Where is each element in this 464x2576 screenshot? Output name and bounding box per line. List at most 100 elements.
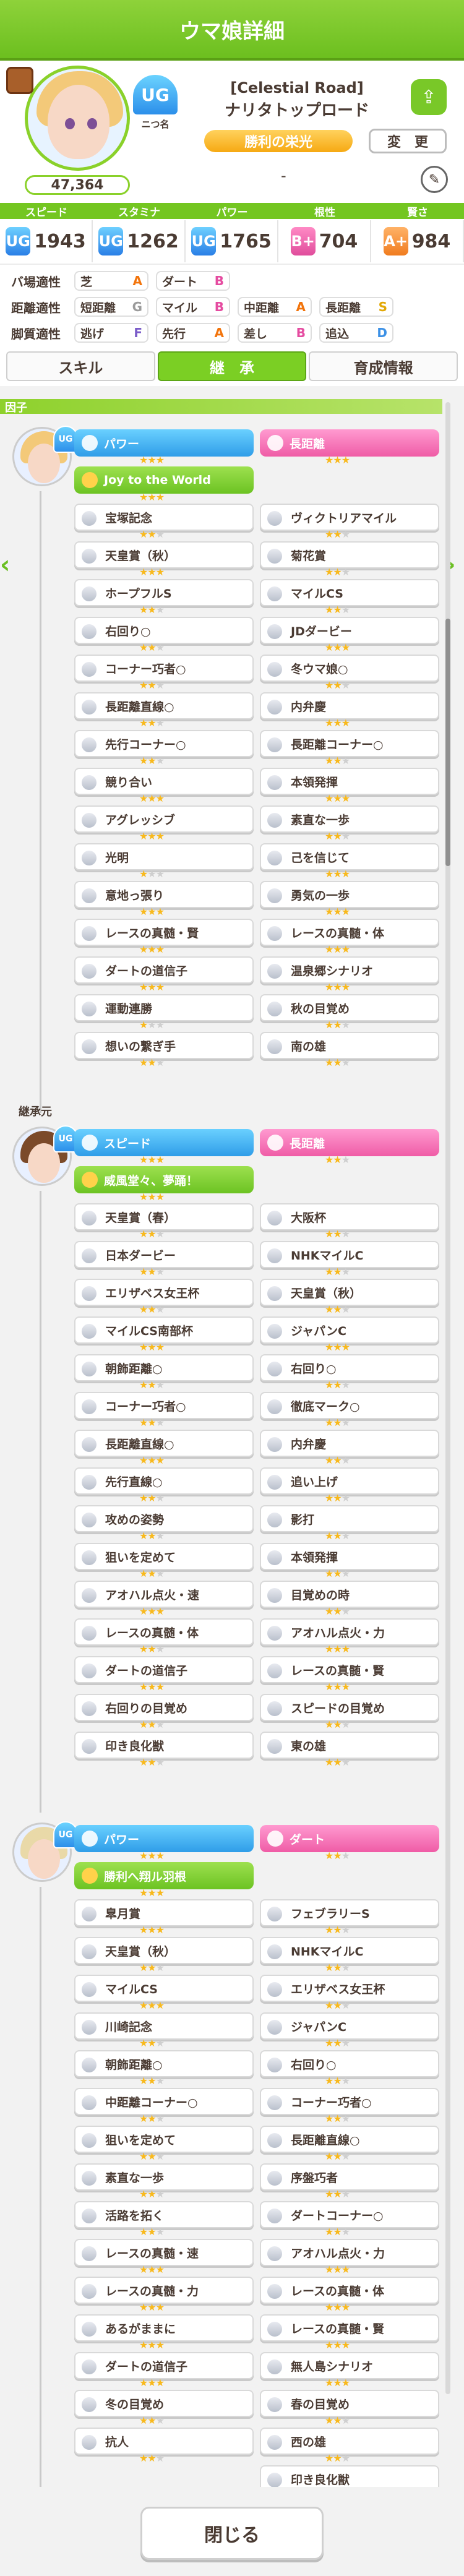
skill-factor[interactable]: 本領発揮: [260, 1543, 439, 1570]
skill-factor[interactable]: ダートの道信子: [74, 956, 254, 984]
skill-factor[interactable]: 右回り○: [74, 617, 254, 644]
skill-factor[interactable]: ダートコーナー○: [260, 2201, 439, 2228]
skill-factor[interactable]: 内弁慶: [260, 692, 439, 719]
skill-factor[interactable]: 想いの繋ぎ手: [74, 1032, 254, 1059]
scrollbar-thumb[interactable]: [445, 619, 450, 866]
skill-factor[interactable]: ダートの道信子: [74, 2352, 254, 2379]
tab-inheritance[interactable]: 継 承: [157, 351, 307, 381]
skill-factor[interactable]: 天皇賞（春）: [74, 1203, 254, 1230]
skill-factor[interactable]: 長距離コーナー○: [260, 730, 439, 757]
skill-factor[interactable]: 冬の目覚め: [74, 2390, 254, 2417]
skill-factor[interactable]: あるがままに: [74, 2314, 254, 2342]
skill-factor[interactable]: 素直な一歩: [260, 805, 439, 833]
self_factors-character-icon[interactable]: UG: [10, 424, 78, 490]
skill-factor[interactable]: 春の目覚め: [260, 2390, 439, 2417]
skill-factor[interactable]: レースの真髄・力: [74, 2277, 254, 2304]
skill-factor[interactable]: 冬ウマ娘○: [260, 655, 439, 682]
skill-factor[interactable]: 長距離直線○: [74, 1430, 254, 1457]
skill-factor[interactable]: 長距離直線○: [260, 2126, 439, 2153]
skill-factor[interactable]: 日本ダービー: [74, 1241, 254, 1268]
edit-icon[interactable]: ✎: [421, 166, 448, 193]
parent1-character-icon[interactable]: UG: [10, 1124, 78, 1190]
parent1-pink-factor[interactable]: 長距離: [260, 1129, 439, 1156]
skill-factor[interactable]: ヴィクトリアマイル: [260, 504, 439, 531]
self_factors-pink-factor[interactable]: 長距離: [260, 429, 439, 457]
skill-factor[interactable]: 序盤巧者: [260, 2163, 439, 2191]
skill-factor[interactable]: エリザベス女王杯: [260, 1975, 439, 2002]
skill-factor[interactable]: 攻めの姿勢: [74, 1505, 254, 1532]
skill-factor[interactable]: ジャパンC: [260, 2012, 439, 2040]
skill-factor[interactable]: アオハル点火・力: [260, 2239, 439, 2266]
skill-factor[interactable]: 無人島シナリオ: [260, 2352, 439, 2379]
skill-factor[interactable]: レースの真髄・賢: [74, 919, 254, 946]
parent2-blue-factor[interactable]: パワー: [74, 1825, 254, 1852]
skill-factor[interactable]: 先行コーナー○: [74, 730, 254, 757]
skill-factor[interactable]: 勇気の一歩: [260, 881, 439, 908]
skill-factor[interactable]: エリザベス女王杯: [74, 1279, 254, 1306]
skill-factor[interactable]: アオハル点火・力: [260, 1618, 439, 1646]
skill-factor[interactable]: 本領発揮: [260, 768, 439, 795]
skill-factor[interactable]: 右回りの目覚め: [74, 1694, 254, 1721]
skill-factor[interactable]: 光明: [74, 843, 254, 870]
skill-factor[interactable]: 先行直線○: [74, 1467, 254, 1495]
skill-factor[interactable]: マイルCS: [260, 579, 439, 606]
skill-factor[interactable]: 天皇賞（秋）: [74, 1937, 254, 1964]
skill-factor[interactable]: 天皇賞（秋）: [260, 1279, 439, 1306]
skill-factor[interactable]: NHKマイルC: [260, 1241, 439, 1268]
skill-factor[interactable]: 右回り○: [260, 1354, 439, 1381]
skill-factor[interactable]: 朝飾距離○: [74, 1354, 254, 1381]
change-epithet-button[interactable]: 変 更: [369, 129, 447, 153]
chevron-left-icon[interactable]: ‹: [0, 551, 19, 582]
skill-factor[interactable]: 西の雄: [260, 2428, 439, 2455]
skill-factor[interactable]: ジャパンC: [260, 1316, 439, 1344]
skill-factor[interactable]: 徹底マーク○: [260, 1392, 439, 1419]
skill-factor[interactable]: 内弁慶: [260, 1430, 439, 1457]
skill-factor[interactable]: 大阪杯: [260, 1203, 439, 1230]
skill-factor[interactable]: レースの真髄・体: [260, 2277, 439, 2304]
skill-factor[interactable]: ホープフルS: [74, 579, 254, 606]
skill-factor[interactable]: レースの真髄・体: [74, 1618, 254, 1646]
parent2-unique-factor[interactable]: 勝利へ翔ル羽根: [74, 1862, 254, 1889]
skill-factor[interactable]: レースの真髄・速: [74, 2239, 254, 2266]
skill-factor[interactable]: 中距離コーナー○: [74, 2088, 254, 2115]
skill-factor[interactable]: レースの真髄・体: [260, 919, 439, 946]
parent2-character-icon[interactable]: UG: [10, 1820, 78, 1886]
skill-factor[interactable]: 宝塚記念: [74, 504, 254, 531]
parent1-blue-factor[interactable]: スピード: [74, 1129, 254, 1156]
skill-factor[interactable]: NHKマイルC: [260, 1937, 439, 1964]
skill-factor[interactable]: マイルCS: [74, 1975, 254, 2002]
skill-factor[interactable]: 狙いを定めて: [74, 1543, 254, 1570]
skill-factor[interactable]: 秋の目覚め: [260, 994, 439, 1021]
skill-factor[interactable]: 右回り○: [260, 2050, 439, 2077]
skill-factor[interactable]: JDダービー: [260, 617, 439, 644]
skill-factor[interactable]: コーナー巧者○: [260, 2088, 439, 2115]
skill-factor[interactable]: 朝飾距離○: [74, 2050, 254, 2077]
skill-factor[interactable]: 意地っ張り: [74, 881, 254, 908]
skill-factor[interactable]: アオハル点火・速: [74, 1581, 254, 1608]
parent2-pink-factor[interactable]: ダート: [260, 1825, 439, 1852]
skill-factor[interactable]: 目覚めの時: [260, 1581, 439, 1608]
skill-factor[interactable]: 菊花賞: [260, 541, 439, 569]
skill-factor[interactable]: 印き良化獣: [74, 1732, 254, 1759]
skill-factor[interactable]: 追い上げ: [260, 1467, 439, 1495]
tab-skills[interactable]: スキル: [6, 351, 155, 381]
skill-factor[interactable]: レースの真髄・賢: [260, 1656, 439, 1683]
skill-factor[interactable]: コーナー巧者○: [74, 1392, 254, 1419]
skill-factor[interactable]: 東の雄: [260, 1732, 439, 1759]
skill-factor[interactable]: 影打: [260, 1505, 439, 1532]
skill-factor[interactable]: コーナー巧者○: [74, 655, 254, 682]
skill-factor[interactable]: 活路を拓く: [74, 2201, 254, 2228]
skill-factor[interactable]: スピードの目覚め: [260, 1694, 439, 1721]
skill-factor[interactable]: 運動連勝: [74, 994, 254, 1021]
skill-factor[interactable]: レースの真髄・賢: [260, 2314, 439, 2342]
skill-factor[interactable]: 温泉郷シナリオ: [260, 956, 439, 984]
skill-factor[interactable]: 長距離直線○: [74, 692, 254, 719]
share-icon[interactable]: ⇪: [411, 79, 447, 115]
skill-factor[interactable]: 狙いを定めて: [74, 2126, 254, 2153]
skill-factor[interactable]: 皐月賞: [74, 1899, 254, 1926]
skill-factor[interactable]: 南の雄: [260, 1032, 439, 1059]
self_factors-unique-factor[interactable]: Joy to the World: [74, 466, 254, 494]
skill-factor[interactable]: 抗人: [74, 2428, 254, 2455]
skill-factor[interactable]: ダートの道信子: [74, 1656, 254, 1683]
self_factors-blue-factor[interactable]: パワー: [74, 429, 254, 457]
